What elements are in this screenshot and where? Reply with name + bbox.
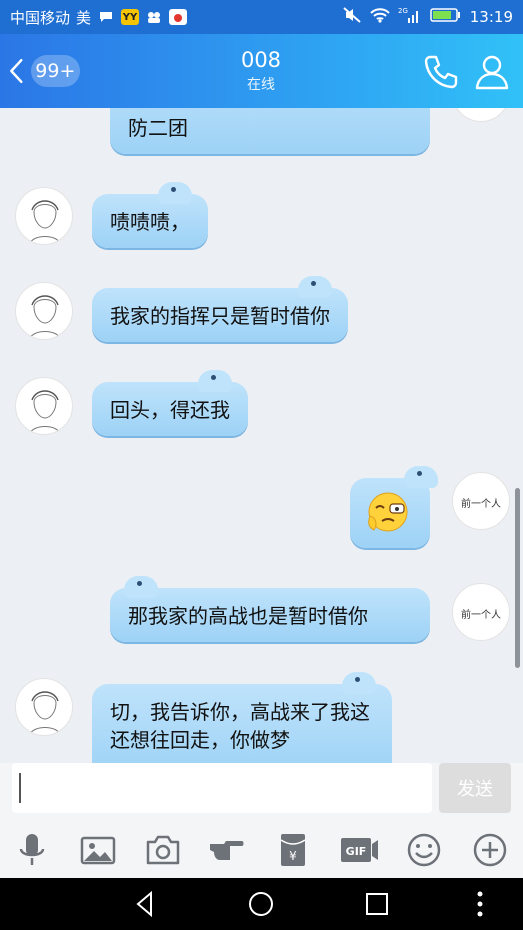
message-bubble-sent[interactable]: 防二团: [110, 108, 430, 154]
face-emoji-icon: [368, 492, 408, 532]
mute-icon: [342, 6, 362, 28]
nav-menu-icon[interactable]: [465, 889, 495, 919]
gif-icon[interactable]: GIF: [339, 830, 379, 870]
text-caret: [19, 773, 21, 803]
sketch-portrait-icon: [29, 390, 61, 434]
chat-title-block[interactable]: 008 在线: [161, 48, 361, 94]
contact-avatar[interactable]: [15, 187, 73, 245]
wifi-icon: [370, 7, 390, 27]
message-input[interactable]: [12, 763, 432, 813]
message-text: 防二团: [128, 116, 188, 140]
presence-status: 在线: [247, 77, 275, 93]
message-bubble-received[interactable]: 我家的指挥只是暂时借你: [92, 276, 348, 342]
camera-icon[interactable]: [143, 830, 183, 870]
send-button[interactable]: 发送: [439, 763, 511, 813]
message-bubble-sent[interactable]: 那我家的高战也是暂时借你: [110, 576, 430, 642]
bubble-ears-decoration: [198, 370, 232, 392]
message-text: 切，我告诉你，高战来了我这还想往回走，你做梦: [110, 700, 370, 752]
carrier-label: 中国移动: [10, 8, 71, 27]
message-bubble-received[interactable]: 回头，得还我: [92, 370, 248, 436]
status-bar: 中国移动 美 YY 2G 13:19: [0, 0, 523, 34]
composer-bar: 发送: [0, 763, 523, 823]
image-icon[interactable]: [78, 830, 118, 870]
qq-app-icon: [145, 9, 163, 25]
system-nav-bar: [0, 878, 523, 930]
self-avatar[interactable]: 前一个人: [452, 583, 510, 641]
chat-scrollbar[interactable]: [515, 488, 520, 668]
message-bubble-received[interactable]: 切，我告诉你，高战来了我这还想往回走，你做梦: [92, 672, 392, 763]
signal-icon: 2G: [398, 6, 422, 28]
self-avatar[interactable]: 前一个人: [452, 472, 510, 530]
clock: 13:19: [469, 8, 513, 26]
message-icon: [97, 9, 115, 25]
composer-toolbar: ¥ GIF: [0, 823, 523, 878]
message-text: 啧啧啧，: [110, 210, 190, 234]
phone-call-icon[interactable]: [420, 52, 460, 92]
bubble-ears-decoration: [158, 182, 192, 204]
message-text: 回头，得还我: [110, 398, 230, 422]
sketch-portrait-icon: [29, 200, 61, 244]
poke-hand-icon[interactable]: [208, 830, 248, 870]
contact-avatar[interactable]: [15, 282, 73, 340]
contact-name: 008: [240, 48, 282, 72]
svg-text:GIF: GIF: [346, 845, 367, 858]
network-label: 2G: [398, 7, 408, 15]
nav-home-icon[interactable]: [246, 889, 276, 919]
nav-back-icon[interactable]: [131, 889, 161, 919]
yy-app-icon: YY: [121, 9, 140, 25]
emoji-icon[interactable]: [404, 830, 444, 870]
message-text: 我家的指挥只是暂时借你: [110, 304, 330, 328]
red-envelope-icon[interactable]: ¥: [273, 830, 313, 870]
sketch-portrait-icon: [29, 295, 61, 339]
message-bubble-sent-emoji[interactable]: [350, 466, 438, 548]
chat-header: 99+ 008 在线: [0, 34, 523, 108]
weibo-icon: [169, 9, 188, 25]
profile-icon[interactable]: [472, 52, 512, 92]
svg-text:¥: ¥: [289, 849, 297, 863]
message-bubble-received[interactable]: 啧啧啧，: [92, 182, 208, 248]
sketch-portrait-icon: [29, 691, 61, 735]
back-button[interactable]: 99+: [8, 50, 80, 92]
nav-recents-icon[interactable]: [362, 889, 392, 919]
message-list[interactable]: 前一个人 防二团 啧啧啧， 我家的指挥只是暂时借你 回头，得还我 前一个人: [0, 108, 523, 763]
battery-icon: [430, 7, 462, 27]
self-avatar[interactable]: 前一个人: [452, 108, 510, 122]
bubble-ears-decoration: [404, 466, 438, 488]
bubble-ears-decoration: [298, 276, 332, 298]
plus-icon[interactable]: [470, 830, 510, 870]
contact-avatar[interactable]: [15, 377, 73, 435]
mic-icon[interactable]: [12, 830, 52, 870]
status-extra: 美: [76, 8, 92, 27]
message-text: 那我家的高战也是暂时借你: [128, 604, 368, 628]
bubble-ears-decoration: [342, 672, 376, 694]
unread-badge: 99+: [30, 55, 80, 87]
chevron-left-icon: [10, 58, 23, 84]
bubble-ears-decoration: [124, 576, 158, 598]
contact-avatar[interactable]: [15, 678, 73, 736]
